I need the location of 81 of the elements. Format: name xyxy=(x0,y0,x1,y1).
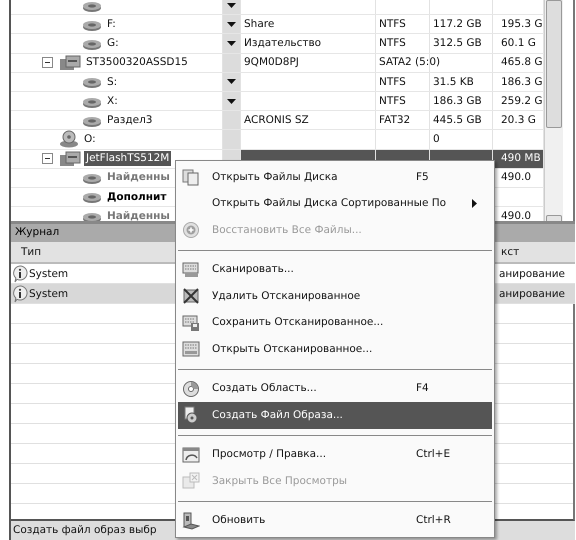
gauge-window-icon xyxy=(182,446,200,464)
size-value: 117.2 GB xyxy=(433,18,482,31)
keypad-icon xyxy=(182,260,200,279)
volume-label: Share xyxy=(244,18,274,31)
menu-item[interactable]: Открыть Отсканированное... xyxy=(178,336,492,362)
total-value: 20.3 G xyxy=(501,114,536,127)
file-system: NTFS xyxy=(379,94,406,108)
menu-item[interactable]: Сканировать... xyxy=(178,256,492,283)
hard-disk-icon xyxy=(82,190,102,204)
menu-item[interactable]: Сохранить Отсканированное... xyxy=(178,310,492,336)
drive-stack-icon xyxy=(59,54,81,71)
total-value: 490 MB xyxy=(501,152,541,165)
column-header[interactable]: кст xyxy=(499,242,575,262)
file-system: NTFS xyxy=(379,37,406,50)
hard-disk-icon xyxy=(82,171,102,184)
total-value: 60.1 G xyxy=(501,37,536,50)
volume-label: 9QM0D8PJ xyxy=(244,56,299,69)
tree-item-label[interactable]: Найденны xyxy=(105,170,172,186)
grid-floppy-icon xyxy=(182,314,200,332)
drive-icon xyxy=(182,512,200,530)
crossed-box-icon xyxy=(182,287,200,306)
menu-item[interactable]: Создать Область... F4 xyxy=(178,376,492,402)
hard-disk-icon xyxy=(82,75,102,88)
tree-item-label[interactable]: Найденны xyxy=(105,208,172,222)
tree-row[interactable]: S: NTFS 31.5 KB 186.3 G xyxy=(11,72,544,92)
cd-drive-icon xyxy=(59,130,79,148)
tree-row[interactable]: Раздел3 ACRONIS SZ FAT32 445.5 GB 20.3 G xyxy=(11,111,544,130)
menu-item[interactable]: Просмотр / Правка... Ctrl+E xyxy=(178,442,492,468)
size-value: 445.5 GB xyxy=(433,114,482,127)
volume-label: Издательство xyxy=(244,37,322,50)
total-value: 259.2 G xyxy=(501,94,543,108)
grid-panel-icon xyxy=(182,340,200,358)
tree-item-label[interactable]: ST3500320ASSD15 xyxy=(84,55,190,70)
plus-circle-icon xyxy=(182,221,200,240)
tree-item-label[interactable]: JetFlashTS512M xyxy=(84,151,172,166)
tree-item-label[interactable]: F: xyxy=(105,16,118,32)
scroll-thumb[interactable] xyxy=(546,0,562,128)
total-value: 490.0 xyxy=(501,210,532,222)
disc-icon xyxy=(182,380,200,398)
tree-item-label[interactable]: S: xyxy=(105,74,120,90)
collapse-icon[interactable] xyxy=(42,57,53,68)
vertical-scrollbar[interactable] xyxy=(544,0,563,222)
file-system: FAT32 xyxy=(379,114,410,127)
menu-item[interactable]: Открыть Файлы Диска Сортированные По xyxy=(178,190,492,217)
tree-row[interactable]: G: Издательство NTFS 312.5 GB 60.1 G xyxy=(11,34,544,54)
collapse-icon[interactable] xyxy=(42,153,53,164)
size-value: 186.3 GB xyxy=(433,94,482,108)
tree-row[interactable]: F: Share NTFS 117.2 GB 195.3 G xyxy=(11,15,544,34)
file-system: NTFS xyxy=(379,76,406,88)
hard-disk-icon xyxy=(82,0,102,12)
tree-item-label[interactable]: Раздел3 xyxy=(105,112,154,128)
log-type: System xyxy=(29,266,70,282)
size-value: 312.5 GB xyxy=(433,37,482,50)
tree-item-label[interactable]: G: xyxy=(105,36,121,51)
documents-icon xyxy=(182,168,200,186)
log-text: анирование xyxy=(499,268,566,280)
tree-item-label[interactable]: O: xyxy=(82,132,98,147)
drive-stack-icon xyxy=(59,150,81,167)
total-value: 465.8 G xyxy=(501,56,543,69)
tree-row[interactable] xyxy=(11,0,544,16)
total-value: 186.3 G xyxy=(501,76,543,88)
tree-row[interactable]: ST3500320ASSD15 9QM0D8PJ SATA2 (5:0) 465.8 G xyxy=(11,54,544,73)
column-header[interactable]: Тип xyxy=(11,242,171,262)
menu-item[interactable]: Удалить Отсканированное xyxy=(178,283,492,310)
total-value: 490.0 xyxy=(501,171,532,184)
status-text: Создать файл образ выбр xyxy=(13,524,156,536)
volume-label: ACRONIS SZ xyxy=(244,114,309,127)
file-system: NTFS xyxy=(379,18,406,31)
panel-title: Журнал xyxy=(15,226,60,238)
info-icon xyxy=(11,284,29,303)
file-system: SATA2 (5:0) xyxy=(379,56,440,69)
menu-item[interactable]: Создать Файл Образа... xyxy=(178,402,492,428)
tree-item-label[interactable]: X: xyxy=(105,94,120,108)
size-value: 0 xyxy=(433,133,440,146)
menu-item[interactable]: Обновить Ctrl+R xyxy=(178,508,492,534)
tree-row[interactable]: X: NTFS 186.3 GB 259.2 G xyxy=(11,92,544,112)
tree-item-label[interactable]: Дополнит xyxy=(105,190,168,204)
size-value: 31.5 KB xyxy=(433,76,474,88)
log-text: анирование xyxy=(499,288,566,300)
window-cross-icon xyxy=(182,472,200,490)
total-value: 195.3 G xyxy=(501,18,543,31)
